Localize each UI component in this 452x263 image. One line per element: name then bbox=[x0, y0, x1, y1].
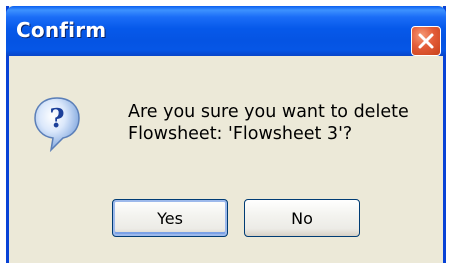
question-icon: ? bbox=[34, 97, 80, 152]
dialog-title: Confirm bbox=[16, 18, 107, 42]
screen: Confirm ? Are you sure you want to delet… bbox=[0, 0, 452, 263]
title-bar[interactable]: Confirm bbox=[6, 6, 446, 56]
dialog-message: Are you sure you want to delete Flowshee… bbox=[128, 101, 409, 145]
close-icon bbox=[418, 33, 434, 49]
close-button[interactable] bbox=[411, 26, 441, 56]
dialog-body: ? Are you sure you want to delete Flowsh… bbox=[9, 56, 443, 263]
no-button[interactable]: No bbox=[244, 199, 360, 237]
message-line-1: Are you sure you want to delete bbox=[128, 102, 409, 122]
svg-text:?: ? bbox=[49, 104, 64, 134]
message-line-2: Flowsheet: 'Flowsheet 3'? bbox=[128, 124, 353, 144]
yes-button[interactable]: Yes bbox=[112, 199, 228, 237]
confirm-dialog: Confirm ? Are you sure you want to delet… bbox=[6, 6, 446, 263]
